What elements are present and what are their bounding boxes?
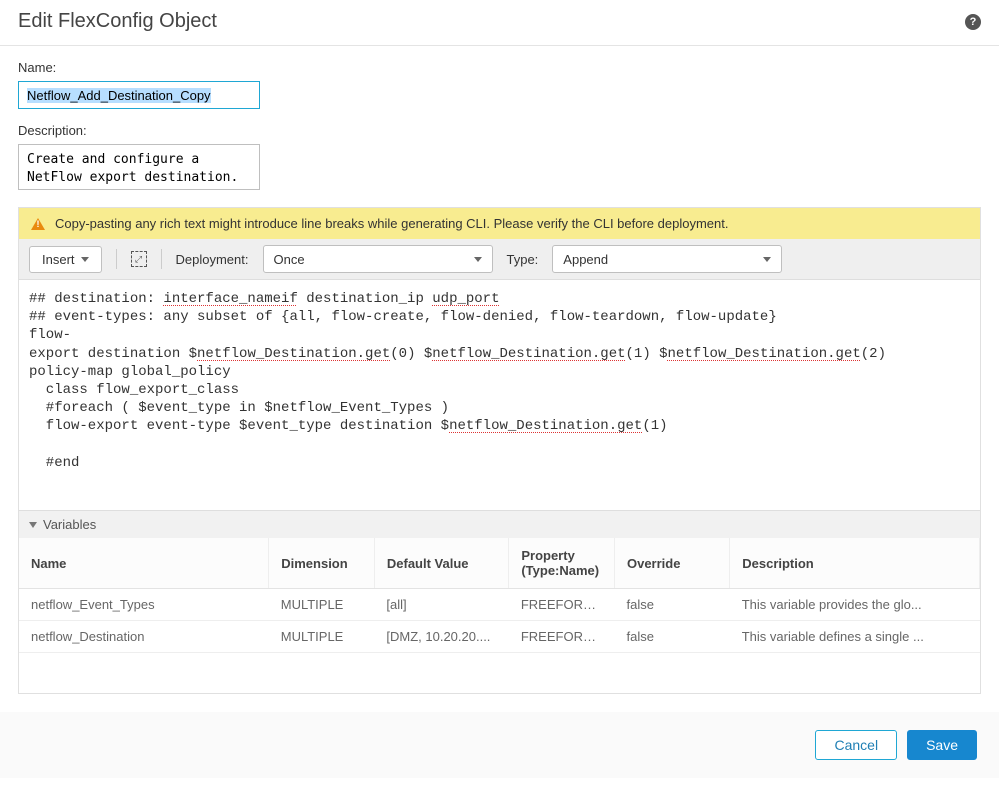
code-editor[interactable]: ## destination: interface_nameif destina… bbox=[19, 280, 980, 510]
description-input[interactable] bbox=[18, 144, 260, 190]
col-header-property[interactable]: Property (Type:Name) bbox=[509, 538, 615, 589]
deployment-label: Deployment: bbox=[176, 252, 249, 267]
warning-text: Copy-pasting any rich text might introdu… bbox=[55, 216, 728, 231]
chevron-down-icon bbox=[763, 257, 771, 262]
table-row[interactable]: netflow_Destination MULTIPLE [DMZ, 10.20… bbox=[19, 621, 980, 653]
variables-table: Name Dimension Default Value Property (T… bbox=[19, 538, 980, 653]
page-title: Edit FlexConfig Object bbox=[18, 10, 217, 33]
variables-header-label: Variables bbox=[43, 517, 96, 532]
type-value: Append bbox=[563, 252, 608, 267]
name-input[interactable] bbox=[18, 81, 260, 109]
toolbar-separator bbox=[161, 249, 162, 269]
type-select[interactable]: Append bbox=[552, 245, 782, 273]
chevron-down-icon bbox=[474, 257, 482, 262]
col-header-description[interactable]: Description bbox=[730, 538, 980, 589]
description-label: Description: bbox=[18, 123, 981, 138]
deployment-select[interactable]: Once bbox=[263, 245, 493, 273]
insert-button[interactable]: Insert bbox=[29, 246, 102, 273]
variables-section-header[interactable]: Variables bbox=[19, 510, 980, 538]
col-header-default[interactable]: Default Value bbox=[374, 538, 508, 589]
chevron-down-icon bbox=[81, 257, 89, 262]
name-label: Name: bbox=[18, 60, 981, 75]
col-header-override[interactable]: Override bbox=[614, 538, 729, 589]
insert-label: Insert bbox=[42, 252, 75, 267]
expand-icon[interactable]: ⤢ bbox=[131, 251, 147, 267]
chevron-down-icon bbox=[29, 522, 37, 528]
col-header-dimension[interactable]: Dimension bbox=[269, 538, 375, 589]
type-label: Type: bbox=[507, 252, 539, 267]
warning-icon bbox=[31, 218, 45, 230]
help-icon[interactable]: ? bbox=[965, 14, 981, 30]
deployment-value: Once bbox=[274, 252, 305, 267]
toolbar-separator bbox=[116, 249, 117, 269]
col-header-name[interactable]: Name bbox=[19, 538, 269, 589]
warning-banner: Copy-pasting any rich text might introdu… bbox=[19, 208, 980, 239]
cancel-button[interactable]: Cancel bbox=[815, 730, 897, 760]
save-button[interactable]: Save bbox=[907, 730, 977, 760]
table-row[interactable]: netflow_Event_Types MULTIPLE [all] FREEF… bbox=[19, 589, 980, 621]
